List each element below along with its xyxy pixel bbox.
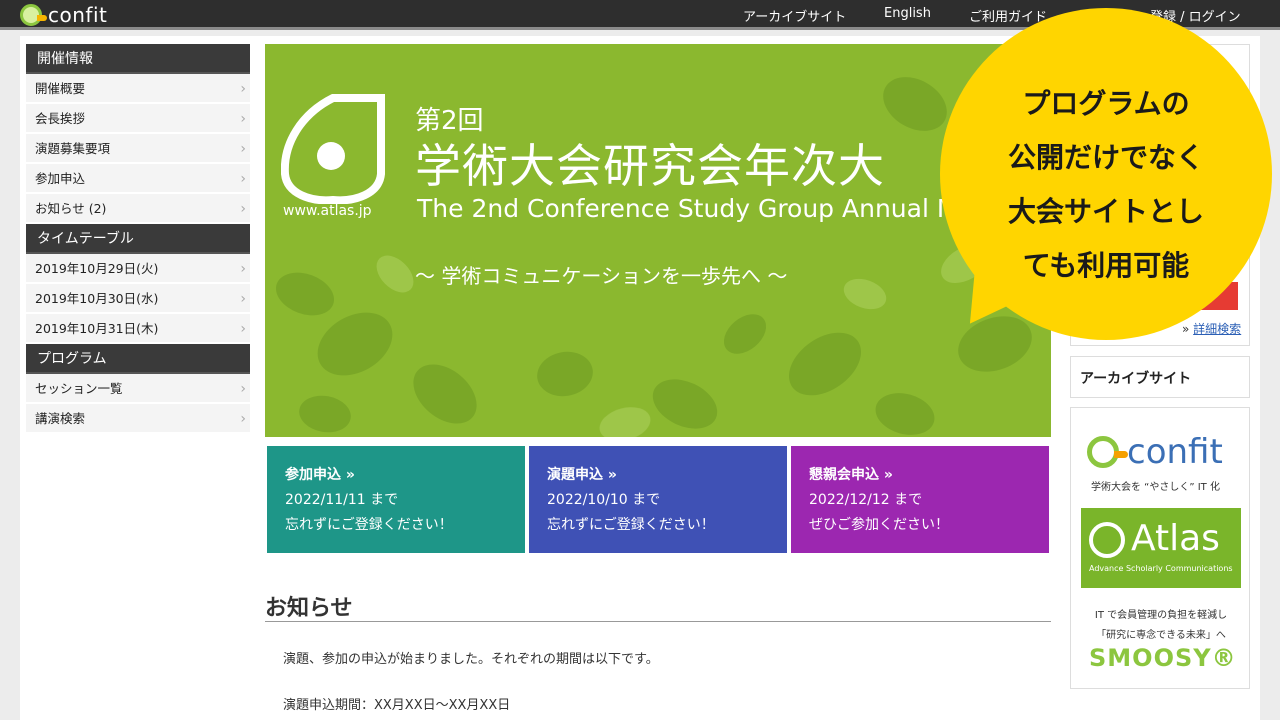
confit-sponsor-logo[interactable]: confit [1087,432,1223,472]
sidebar-heading-program: プログラム [26,344,250,374]
nav-usage-guide[interactable]: ご利用ガイド [969,6,1047,25]
party-card[interactable]: 懇親会申込 » 2022/12/12 まで ぜひご参加ください！ [791,446,1049,553]
chevron-right-icon: › [240,111,246,127]
atlas-name: Atlas [1131,518,1220,559]
chevron-right-icon: › [240,201,246,217]
duck-icon [20,4,47,26]
sidebar-item-greeting[interactable]: 会長挨拶 › [26,104,250,134]
banner-tagline: ～ 学術コミュニケーションを一歩先へ ～ [415,264,788,288]
chevron-right-icon: › [240,141,246,157]
atlas-mark-icon [1089,522,1125,558]
sidebar-item-label: 会長挨拶 [35,111,86,126]
archive-site-box[interactable]: アーカイブサイト [1070,356,1250,398]
smoosy-line2: 「研究に専念できる未来」へ [1096,630,1226,641]
sidebar-item-news[interactable]: お知らせ (2) › [26,194,250,224]
atlas-logo-icon [281,94,385,204]
sidebar: 開催情報 開催概要 › 会長挨拶 › 演題募集要項 › 参加申込 › お知らせ (2) ›… [26,44,250,434]
duck-icon [1087,436,1128,468]
callout-line-3: 大会サイトとし [1007,195,1204,228]
card-title: 懇親会申込 » [809,467,893,483]
registration-card[interactable]: 参加申込 » 2022/11/11 まで 忘れずにご登録ください！ [267,446,525,553]
sidebar-item-call-for-abstracts[interactable]: 演題募集要項 › [26,134,250,164]
confit-logo-text: confit [1127,432,1223,472]
notice-divider [265,621,1051,622]
chevron-right-icon: › [240,291,246,307]
notice-body: 演題、参加の申込が始まりました。それぞれの期間は以下です。 [283,652,659,667]
sidebar-item-day1[interactable]: 2019年10月29日(火) › [26,254,250,284]
callout-line-1: プログラムの [1022,87,1190,120]
sidebar-heading-timetable: タイムテーブル [26,224,250,254]
chevron-right-icon: › [240,411,246,427]
smoosy-logo[interactable]: SMOOSY® [1089,644,1237,672]
notice-period: 演題申込期間：XX月XX日〜XX月XX日 [283,698,511,713]
advanced-search-link[interactable]: » 詳細検索 [1182,320,1241,337]
sidebar-item-overview[interactable]: 開催概要 › [26,74,250,104]
chevron-right-icon: › [240,381,246,397]
smoosy-line1: IT で会員管理の負担を軽減し [1094,610,1228,621]
arrow-icon: » [1182,322,1190,336]
atlas-sponsor-logo[interactable]: Atlas Advance Scholarly Communications [1081,508,1241,588]
card-deadline: 2022/10/10 まで [547,492,661,508]
sidebar-item-label: お知らせ (2) [35,201,107,216]
sidebar-item-label: 演題募集要項 [35,141,111,156]
chevron-right-icon: › [240,321,246,337]
sidebar-item-lecture-search[interactable]: 講演検索 › [26,404,250,434]
card-title: 参加申込 » [285,467,355,483]
banner-title: 学術大会研究会年次大 [415,139,885,193]
sidebar-item-label: 2019年10月31日(木) [35,321,159,336]
card-message: 忘れずにご登録ください！ [547,517,715,533]
confit-tagline: 学術大会を “やさしく” IT 化 [1091,482,1220,493]
confit-logo[interactable]: confit [20,3,107,27]
advanced-search-label: 詳細検索 [1193,322,1242,336]
nav-english[interactable]: English [884,6,931,21]
sidebar-item-day2[interactable]: 2019年10月30日(水) › [26,284,250,314]
sidebar-item-label: 2019年10月29日(火) [35,261,159,276]
callout-line-2: 公開だけでなく [1007,141,1204,174]
sidebar-item-label: 参加申込 [35,171,86,186]
sidebar-item-day3[interactable]: 2019年10月31日(木) › [26,314,250,344]
nav-archive-site[interactable]: アーカイブサイト [743,6,846,25]
sponsor-panel: confit 学術大会を “やさしく” IT 化 Atlas Advance S… [1070,407,1250,689]
notice-heading: お知らせ [265,596,353,621]
chevron-right-icon: › [240,261,246,277]
banner-title-en: The 2nd Conference Study Group Annual M [417,194,959,223]
sidebar-item-registration[interactable]: 参加申込 › [26,164,250,194]
chevron-right-icon: › [240,171,246,187]
card-deadline: 2022/11/11 まで [285,492,399,508]
abstract-card[interactable]: 演題申込 » 2022/10/10 まで 忘れずにご登録ください！ [529,446,787,553]
card-message: ぜひご参加ください！ [809,517,949,533]
card-title: 演題申込 » [547,467,617,483]
banner-url: www.atlas.jp [283,203,372,219]
logo-text: confit [48,3,108,27]
sidebar-item-label: 講演検索 [35,411,86,426]
callout-line-4: ても利用可能 [1022,249,1190,282]
sidebar-item-label: 開催概要 [35,81,86,96]
sidebar-item-sessions[interactable]: セッション一覧 › [26,374,250,404]
card-message: 忘れずにご登録ください！ [285,517,453,533]
hero-banner: www.atlas.jp 第2回 学術大会研究会年次大 The 2nd Conf… [265,44,1051,437]
chevron-right-icon: › [240,81,246,97]
card-deadline: 2022/12/12 まで [809,492,923,508]
sidebar-item-label: 2019年10月30日(水) [35,291,159,306]
sidebar-item-label: セッション一覧 [35,381,123,396]
atlas-subtitle: Advance Scholarly Communications [1089,564,1233,573]
sidebar-heading-event-info: 開催情報 [26,44,250,74]
